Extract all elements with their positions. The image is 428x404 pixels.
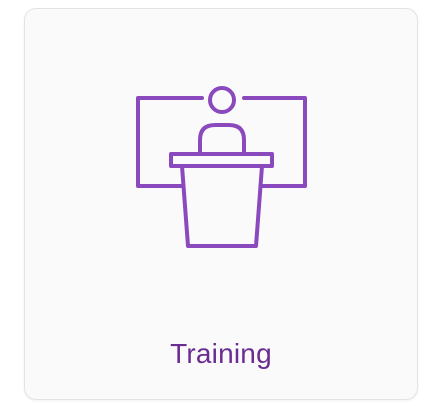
page: Training [0, 0, 428, 404]
card-label: Training [170, 338, 272, 369]
